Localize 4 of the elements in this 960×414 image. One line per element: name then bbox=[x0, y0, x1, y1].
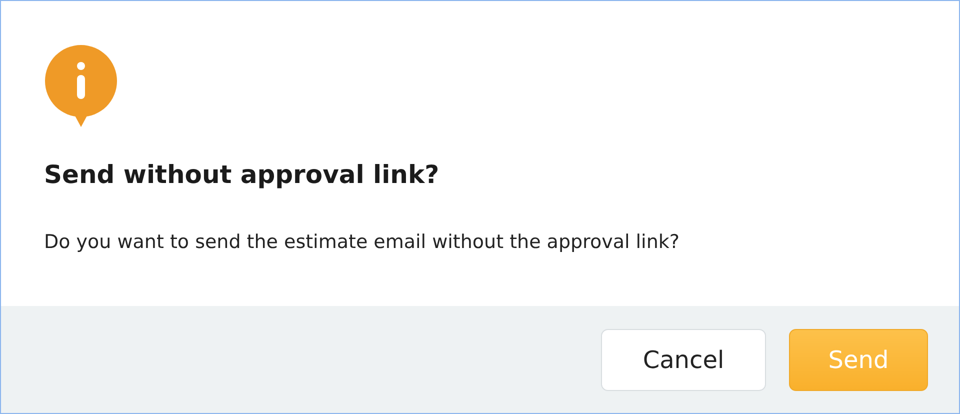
dialog-title: Send without approval link? bbox=[44, 160, 440, 189]
dialog-message: Do you want to send the estimate email without the approval link? bbox=[44, 231, 680, 253]
info-icon bbox=[44, 44, 118, 128]
cancel-button[interactable]: Cancel bbox=[601, 328, 766, 390]
